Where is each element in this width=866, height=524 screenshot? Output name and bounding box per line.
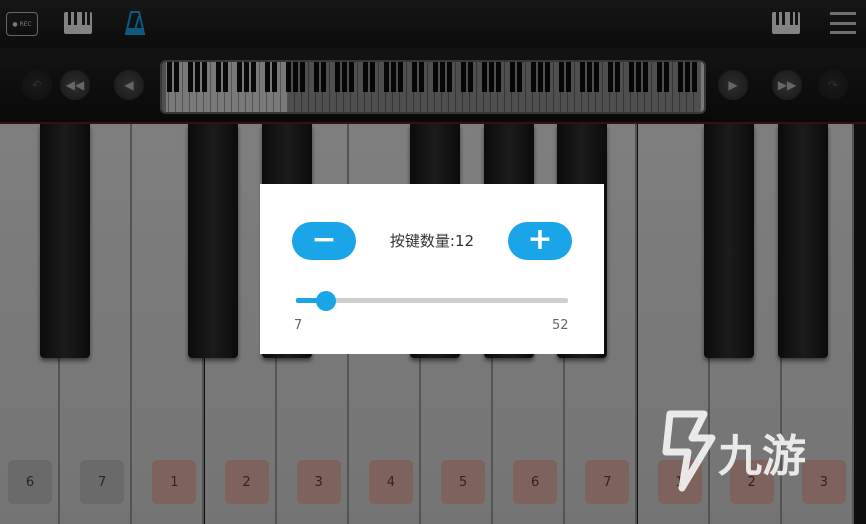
slider-min-label: 7: [294, 318, 303, 333]
decrease-button[interactable]: −: [292, 222, 356, 260]
slider-max-label: 52: [552, 318, 569, 333]
watermark-logo: 九游: [652, 408, 832, 494]
key-count-label: 按键数量:12: [389, 232, 475, 250]
increase-button[interactable]: +: [508, 222, 572, 260]
key-count-dialog: − 按键数量:12 + 7 52: [260, 184, 604, 354]
key-count-slider[interactable]: [296, 291, 568, 311]
slider-thumb[interactable]: [316, 291, 337, 311]
watermark-text: 九游: [718, 431, 806, 482]
